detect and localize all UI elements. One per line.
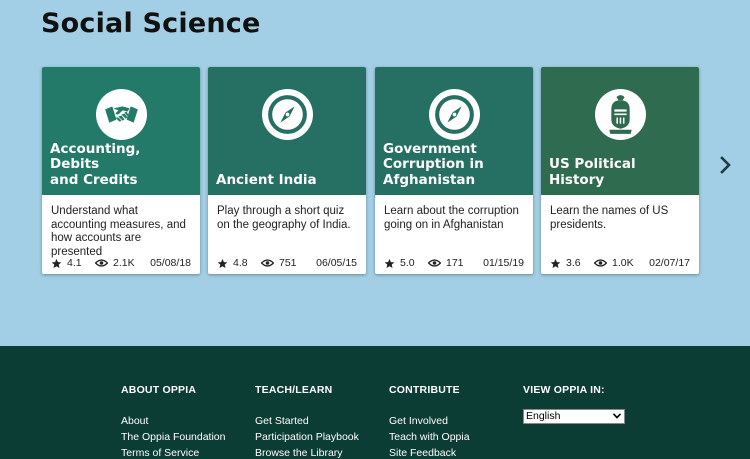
card-header: US Political History <box>541 67 699 195</box>
card-stats: 5.0 171 01/15/19 <box>384 257 524 269</box>
language-select-value: English <box>526 410 561 422</box>
footer-about: ABOUT OPPIA About The Oppia Foundation T… <box>121 384 251 459</box>
last-updated: 06/05/15 <box>316 257 357 269</box>
handshake-icon <box>96 89 147 140</box>
eye-icon <box>594 259 607 267</box>
footer-link-library[interactable]: Browse the Library <box>255 445 385 459</box>
language-select[interactable]: English <box>523 409 625 424</box>
last-updated: 01/15/19 <box>483 257 524 269</box>
site-footer: ABOUT OPPIA About The Oppia Foundation T… <box>0 346 750 459</box>
views: 1.0K <box>594 257 634 269</box>
card-header: Accounting, Debits and Credits <box>42 67 200 195</box>
footer-heading: CONTRIBUTE <box>389 384 460 396</box>
rating: 3.6 <box>550 257 581 269</box>
star-icon <box>217 258 228 268</box>
star-icon <box>384 258 395 268</box>
views: 2.1K <box>95 257 135 269</box>
eye-icon <box>428 259 441 267</box>
footer-teach-learn: TEACH/LEARN Get Started Participation Pl… <box>255 384 385 459</box>
compass-icon <box>262 89 313 140</box>
eye-icon <box>95 259 108 267</box>
card-header: Government Corruption in Afghanistan <box>375 67 533 195</box>
rating: 4.8 <box>217 257 248 269</box>
exploration-card-accounting[interactable]: Accounting, Debits and Credits Understan… <box>42 67 200 274</box>
card-stats: 4.1 2.1K 05/08/18 <box>51 257 191 269</box>
card-stats: 4.8 751 06/05/15 <box>217 257 357 269</box>
knight-helmet-icon <box>595 89 646 140</box>
footer-link-get-involved[interactable]: Get Involved <box>389 413 519 429</box>
section-title: Social Science <box>41 8 261 39</box>
footer-link-terms[interactable]: Terms of Service <box>121 445 251 459</box>
last-updated: 05/08/18 <box>150 257 191 269</box>
views: 751 <box>261 257 297 269</box>
compass-icon <box>429 89 480 140</box>
footer-link-teach-with-oppia[interactable]: Teach with Oppia <box>389 429 519 445</box>
footer-link-site-feedback[interactable]: Site Feedback <box>389 445 519 459</box>
footer-view-oppia-in: VIEW OPPIA IN: English <box>523 384 653 424</box>
chevron-down-icon <box>613 413 621 419</box>
card-title: Ancient India <box>216 171 317 188</box>
footer-contribute: CONTRIBUTE Get Involved Teach with Oppia… <box>389 384 519 459</box>
exploration-card-government-corruption[interactable]: Government Corruption in Afghanistan Lea… <box>375 67 533 274</box>
card-description: Learn about the corruption going on in A… <box>384 205 519 231</box>
footer-heading: VIEW OPPIA IN: <box>523 384 605 396</box>
rating: 4.1 <box>51 257 82 269</box>
chevron-right-icon[interactable] <box>718 155 734 175</box>
views: 171 <box>428 257 464 269</box>
star-icon <box>550 258 561 268</box>
card-stats: 3.6 1.0K 02/07/17 <box>550 257 690 269</box>
star-icon <box>51 258 62 268</box>
exploration-card-us-political-history[interactable]: US Political History Learn the names of … <box>541 67 699 274</box>
card-header: Ancient India <box>208 67 366 195</box>
exploration-card-ancient-india[interactable]: Ancient India Play through a short quiz … <box>208 67 366 274</box>
footer-link-get-started[interactable]: Get Started <box>255 413 385 429</box>
card-description: Play through a short quiz on the geograp… <box>217 205 351 231</box>
rating: 5.0 <box>384 257 415 269</box>
card-title: Government Corruption in Afghanistan <box>383 140 484 188</box>
footer-heading: TEACH/LEARN <box>255 384 333 396</box>
card-description: Understand what accounting measures, and… <box>51 205 186 258</box>
footer-link-playbook[interactable]: Participation Playbook <box>255 429 385 445</box>
footer-link-oppia-foundation[interactable]: The Oppia Foundation <box>121 429 251 445</box>
card-description: Learn the names of US presidents. <box>550 205 669 231</box>
footer-link-about[interactable]: About <box>121 413 251 429</box>
last-updated: 02/07/17 <box>649 257 690 269</box>
footer-heading: ABOUT OPPIA <box>121 384 197 396</box>
card-title: US Political History <box>549 156 636 188</box>
card-title: Accounting, Debits and Credits <box>50 140 141 188</box>
eye-icon <box>261 259 274 267</box>
